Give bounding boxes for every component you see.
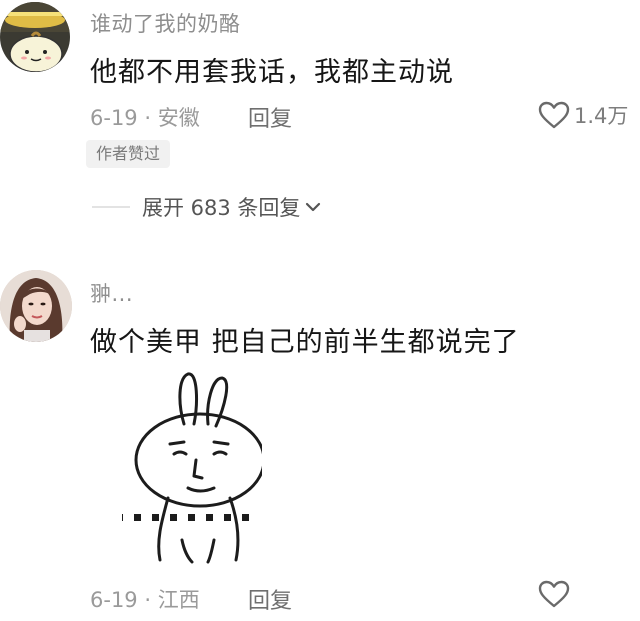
expand-divider <box>92 206 130 208</box>
heart-outline-icon <box>538 580 570 608</box>
comment-text: 他都不用套我话，我都主动说 <box>90 57 454 88</box>
meta-separator: · <box>137 588 158 612</box>
woman-portrait-avatar <box>0 270 72 342</box>
reply-button[interactable]: 回复 <box>248 583 292 615</box>
comment-username[interactable]: 谁动了我的奶酪 <box>90 8 241 38</box>
like-count: 1.4万 <box>574 104 629 128</box>
comment-item: 翀... 做个美甲 把自己的前半生都说完了 6-19 · 江西 回复 <box>0 258 640 621</box>
like-button[interactable]: 1.4万 <box>538 100 628 130</box>
chevron-down-icon <box>306 202 321 212</box>
author-liked-badge: 作者赞过 <box>86 140 171 168</box>
reply-button[interactable]: 回复 <box>248 101 292 133</box>
comment-location: 安徽 <box>157 106 200 130</box>
yellow-cartoon-face-avatar <box>0 2 70 72</box>
comment-date: 6-19 <box>90 588 138 612</box>
bunny-meme-sticker <box>116 372 266 564</box>
user-avatar[interactable] <box>0 2 70 72</box>
heart-outline-icon <box>538 101 570 129</box>
comment-sticker[interactable] <box>116 364 266 566</box>
comment-text: 做个美甲 把自己的前半生都说完了 <box>90 327 520 358</box>
comment-meta: 6-19 · 安徽 <box>90 102 200 132</box>
comment-location: 江西 <box>157 588 200 612</box>
user-avatar[interactable] <box>0 270 72 342</box>
like-button[interactable] <box>538 580 570 608</box>
expand-replies-row[interactable]: 展开 683 条回复 <box>92 192 322 222</box>
comment-meta: 6-19 · 江西 <box>90 584 200 614</box>
expand-replies-button[interactable]: 展开 683 条回复 <box>142 192 300 222</box>
comment-date: 6-19 <box>90 106 138 130</box>
comment-item: 谁动了我的奶酪 他都不用套我话，我都主动说 6-19 · 安徽 回复 1.4万 … <box>0 0 640 240</box>
meta-separator: · <box>137 106 158 130</box>
comment-username[interactable]: 翀... <box>90 278 133 308</box>
